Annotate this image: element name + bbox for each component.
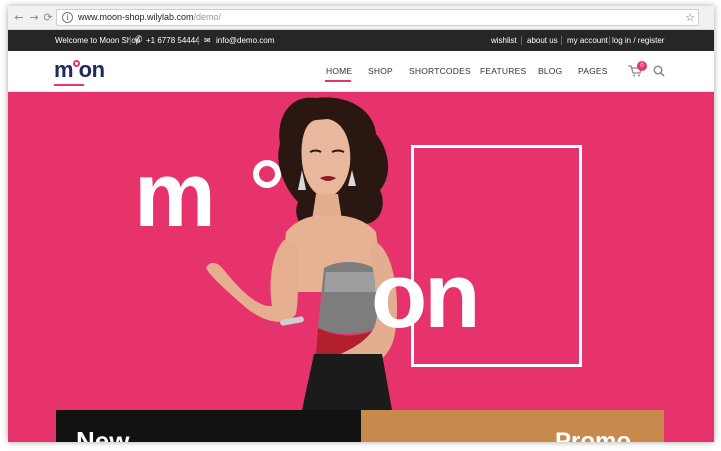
phone-number: +1 6778 54444 <box>146 36 200 45</box>
divider <box>130 36 131 45</box>
top-bar: Welcome to Moon Shop ✆ +1 6778 54444 ✉ i… <box>8 30 714 51</box>
login-register-link[interactable]: log in / register <box>612 36 664 45</box>
new-banner-title: New <box>76 426 130 442</box>
promo-banner[interactable]: Promo <box>361 410 664 442</box>
screenshot-frame: ← → ⟳ i www.moon-shop.wilylab.com/demo/ … <box>0 0 721 451</box>
envelope-icon: ✉ <box>204 36 211 45</box>
reload-icon[interactable]: ⟳ <box>41 11 55 25</box>
url-text[interactable]: www.moon-shop.wilylab.com/demo/ <box>78 12 221 22</box>
logo-underline <box>54 84 84 86</box>
site-logo[interactable]: m on <box>54 57 105 86</box>
nav-features[interactable]: FEATURES <box>480 66 526 76</box>
search-icon[interactable] <box>653 65 665 77</box>
browser-window: ← → ⟳ i www.moon-shop.wilylab.com/demo/ … <box>8 6 714 442</box>
promo-banner-title: Promo <box>555 428 632 443</box>
hero-banner[interactable]: m on New Promo <box>8 92 714 442</box>
forward-icon[interactable]: → <box>27 11 41 25</box>
nav-shop[interactable]: SHOP <box>368 66 393 76</box>
phone-icon: ✆ <box>135 35 143 45</box>
hero-word-right: on <box>371 245 480 347</box>
nav-pages[interactable]: PAGES <box>578 66 608 76</box>
divider <box>198 36 199 45</box>
info-icon[interactable]: i <box>62 12 73 23</box>
nav-home[interactable]: HOME <box>326 66 352 76</box>
my-account-link[interactable]: my account <box>567 36 608 45</box>
bookmark-star-icon[interactable]: ☆ <box>685 11 695 24</box>
email-address[interactable]: info@demo.com <box>216 36 274 45</box>
nav-shortcodes[interactable]: SHORTCODES <box>409 66 471 76</box>
wishlist-link[interactable]: wishlist <box>491 36 517 45</box>
active-indicator <box>325 80 351 82</box>
main-navigation: m on HOME SHOP SHORTCODES FEATURES BLOG … <box>8 51 714 92</box>
divider <box>609 36 610 45</box>
browser-toolbar: ← → ⟳ i www.moon-shop.wilylab.com/demo/ … <box>8 6 714 30</box>
logo-ring <box>73 60 80 67</box>
welcome-text: Welcome to Moon Shop <box>55 36 141 45</box>
new-arrivals-banner[interactable]: New <box>56 410 361 442</box>
url-path: /demo/ <box>193 12 222 22</box>
nav-blog[interactable]: BLOG <box>538 66 562 76</box>
divider <box>561 36 562 45</box>
back-icon[interactable]: ← <box>12 11 26 25</box>
address-bar[interactable]: i www.moon-shop.wilylab.com/demo/ ☆ <box>56 9 699 26</box>
divider <box>521 36 522 45</box>
url-host: www.moon-shop.wilylab.com <box>78 12 194 22</box>
about-us-link[interactable]: about us <box>527 36 558 45</box>
cart-count-badge: 0 <box>637 61 647 71</box>
